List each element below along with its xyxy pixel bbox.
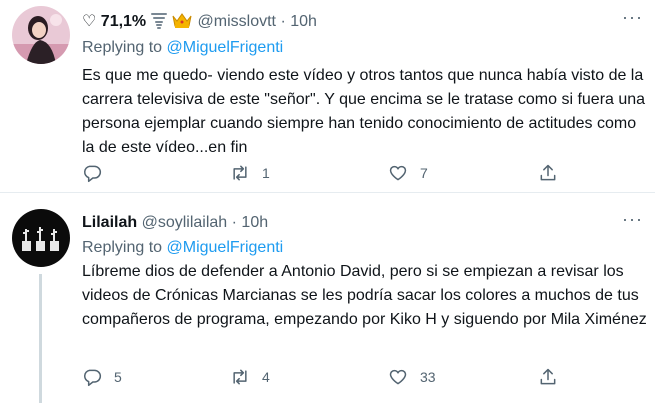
reply-icon: [82, 367, 102, 387]
reply-icon: [82, 163, 102, 183]
like-count: 33: [420, 369, 436, 385]
tornado-icon: [150, 11, 167, 35]
thread-line: [39, 274, 42, 403]
replying-to: Replying to @MiguelFrigenti: [82, 238, 283, 258]
replying-to-label: Replying to: [82, 39, 163, 56]
tweet-header: ♡ 71,1% @misslovtt · 10h: [82, 11, 317, 35]
tweet-text: Líbreme dios de defender a Antonio David…: [82, 263, 647, 328]
share-button[interactable]: [538, 160, 558, 186]
handle[interactable]: @misslovtt: [198, 13, 276, 30]
more-icon[interactable]: ···: [622, 209, 643, 230]
handle[interactable]: @soylilailah: [142, 214, 228, 231]
avatar[interactable]: [12, 6, 70, 64]
separator: ·: [280, 13, 286, 30]
retweet-button[interactable]: 4: [230, 364, 270, 390]
like-button[interactable]: 33: [388, 364, 436, 390]
share-icon: [538, 367, 558, 387]
retweet-icon: [230, 367, 250, 387]
display-name[interactable]: ♡ 71,1%: [82, 13, 146, 30]
tweet-actions: 1 7: [82, 160, 562, 186]
tweet-text: Es que me quedo- viendo este vídeo y otr…: [82, 67, 646, 156]
like-count: 7: [420, 165, 428, 181]
mention-link[interactable]: @MiguelFrigenti: [167, 39, 284, 56]
retweet-icon: [230, 163, 250, 183]
tweet-header: Lilailah @soylilailah · 10h: [82, 213, 268, 233]
retweet-count: 4: [262, 369, 270, 385]
separator: ·: [231, 214, 237, 231]
like-icon: [388, 367, 408, 387]
mention-link[interactable]: @MiguelFrigenti: [167, 239, 284, 256]
tweet[interactable]: ♡ 71,1% @misslovtt · 10h ··· Replying to…: [0, 0, 655, 193]
replying-to: Replying to @MiguelFrigenti: [82, 38, 283, 58]
timestamp[interactable]: 10h: [241, 214, 268, 231]
display-name[interactable]: Lilailah: [82, 214, 137, 231]
tweet-actions: 5 4 33: [82, 364, 562, 390]
reply-button[interactable]: 5: [82, 364, 122, 390]
share-icon: [538, 163, 558, 183]
reply-button[interactable]: [82, 160, 114, 186]
share-button[interactable]: [538, 364, 558, 390]
timestamp[interactable]: 10h: [290, 13, 317, 30]
more-icon[interactable]: ···: [622, 7, 643, 28]
retweet-count: 1: [262, 165, 270, 181]
retweet-button[interactable]: 1: [230, 160, 270, 186]
tweet[interactable]: Lilailah @soylilailah · 10h ··· Replying…: [0, 194, 655, 403]
replying-to-label: Replying to: [82, 239, 163, 256]
avatar[interactable]: [12, 209, 70, 267]
reply-count: 5: [114, 369, 122, 385]
like-icon: [388, 163, 408, 183]
like-button[interactable]: 7: [388, 160, 428, 186]
crown-icon: [171, 11, 193, 35]
